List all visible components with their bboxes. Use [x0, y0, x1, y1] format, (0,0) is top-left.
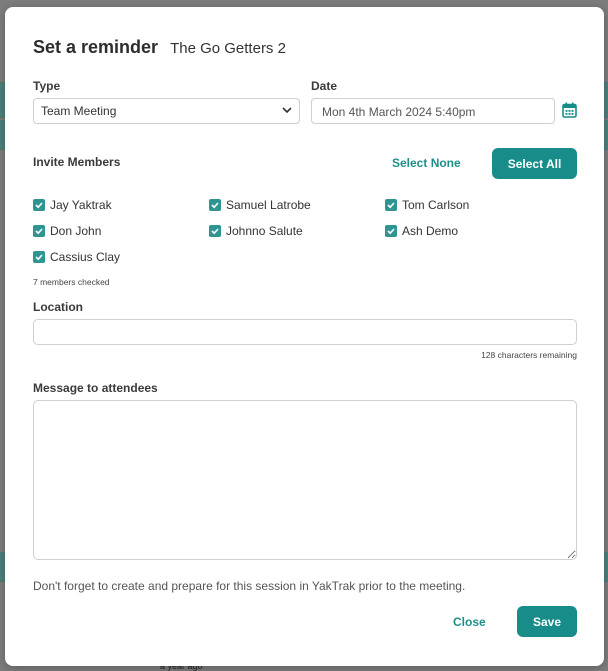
dialog-title: Set a reminder: [33, 37, 159, 57]
member-checkbox[interactable]: [385, 225, 397, 237]
type-select[interactable]: Team Meeting: [33, 98, 300, 124]
member-checkbox[interactable]: [33, 251, 45, 263]
characters-remaining: 128 characters remaining: [481, 350, 577, 360]
select-all-button[interactable]: Select All: [492, 148, 577, 179]
member-name: Ash Demo: [402, 224, 459, 238]
chevron-down-icon: [282, 107, 292, 114]
checkmark-icon: [387, 228, 395, 235]
member-checkbox[interactable]: [209, 199, 221, 211]
message-label: Message to attendees: [33, 381, 158, 395]
member-checkbox[interactable]: [33, 199, 45, 211]
member-checkbox[interactable]: [209, 225, 221, 237]
date-value: Mon 4th March 2024 5:40pm: [322, 105, 476, 119]
date-input[interactable]: Mon 4th March 2024 5:40pm: [311, 98, 555, 124]
member-checkbox[interactable]: [385, 199, 397, 211]
member-checkbox[interactable]: [33, 225, 45, 237]
group-name: The Go Getters 2: [170, 40, 286, 57]
member-checkbox-row[interactable]: Ash Demo: [385, 224, 458, 238]
invite-members-label: Invite Members: [33, 155, 121, 169]
close-button[interactable]: Close: [453, 615, 486, 629]
member-name: Don John: [50, 224, 102, 238]
member-checkbox-row[interactable]: Johnno Salute: [209, 224, 303, 238]
checkmark-icon: [211, 202, 219, 209]
member-checkbox-row[interactable]: Tom Carlson: [385, 198, 469, 212]
location-input[interactable]: [33, 319, 577, 345]
checkmark-icon: [35, 202, 43, 209]
member-name: Tom Carlson: [402, 198, 470, 212]
calendar-icon[interactable]: [562, 102, 577, 118]
member-name: Jay Yaktrak: [50, 198, 112, 212]
location-label: Location: [33, 300, 83, 314]
member-name: Samuel Latrobe: [226, 198, 311, 212]
member-checkbox-row[interactable]: Cassius Clay: [33, 250, 120, 264]
checkmark-icon: [35, 228, 43, 235]
member-name: Johnno Salute: [226, 224, 303, 238]
date-label: Date: [311, 79, 338, 93]
reminder-dialog: Set a reminder The Go Getters 2 Type Tea…: [5, 7, 604, 666]
preparation-note: Don't forget to create and prepare for t…: [33, 579, 466, 593]
checkmark-icon: [35, 254, 43, 261]
type-label: Type: [33, 79, 61, 93]
type-select-value: Team Meeting: [41, 104, 117, 118]
member-checkbox-row[interactable]: Don John: [33, 224, 101, 238]
checkmark-icon: [211, 228, 219, 235]
dialog-header: Set a reminder The Go Getters 2: [33, 37, 286, 58]
members-checked-count: 7 members checked: [33, 277, 110, 287]
member-checkbox-row[interactable]: Samuel Latrobe: [209, 198, 311, 212]
member-checkbox-row[interactable]: Jay Yaktrak: [33, 198, 112, 212]
checkmark-icon: [387, 202, 395, 209]
message-textarea[interactable]: [33, 400, 577, 560]
select-none-button[interactable]: Select None: [392, 156, 461, 170]
member-name: Cassius Clay: [50, 250, 121, 264]
save-button[interactable]: Save: [517, 606, 577, 637]
